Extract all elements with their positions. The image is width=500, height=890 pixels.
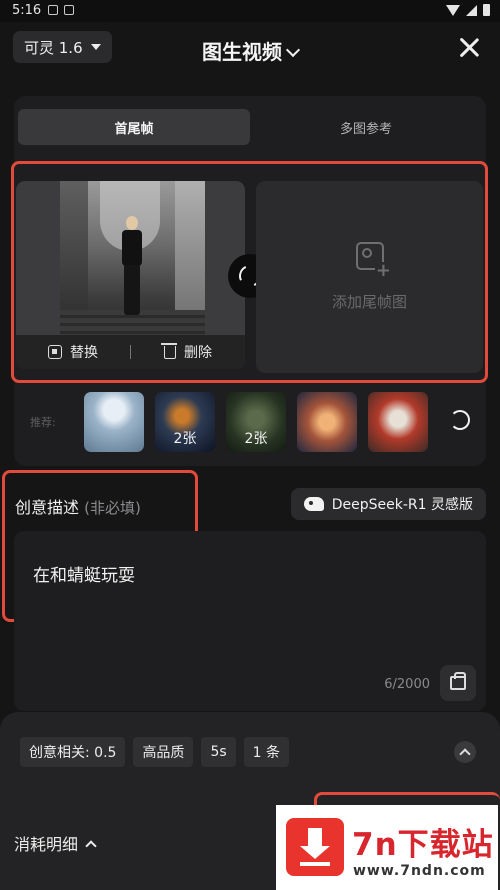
char-counter: 6/2000 <box>384 677 430 692</box>
refresh-icon[interactable] <box>450 410 470 430</box>
watermark: 7n下载站 www.7ndn.com <box>276 805 498 890</box>
page-title[interactable]: 图生视频 <box>0 36 500 65</box>
thumb-count: 2张 <box>244 431 268 447</box>
recommend-label: 推荐: <box>30 416 56 429</box>
trash-icon <box>161 342 177 359</box>
recommend-thumb[interactable] <box>84 392 144 452</box>
tab-multi-image-reference[interactable]: 多图参考 <box>250 109 482 145</box>
duration-chip[interactable]: 5s <box>201 737 236 767</box>
first-frame-actions: 替换 删除 <box>16 335 245 369</box>
description-text[interactable]: 在和蜻蜓玩耍 <box>33 561 135 586</box>
first-frame-image <box>60 181 205 336</box>
replace-button[interactable]: 替换 <box>16 342 130 362</box>
param-chips: 创意相关: 0.5 高品质 5s 1 条 <box>20 737 289 767</box>
download-icon <box>286 818 344 876</box>
chevron-down-icon <box>285 42 301 58</box>
watermark-url: www.7ndn.com <box>353 863 486 879</box>
notification-icon <box>48 5 58 15</box>
recommend-thumb[interactable]: 2张 <box>155 392 215 452</box>
status-time: 5:16 <box>12 3 42 18</box>
tab-first-last-frame[interactable]: 首尾帧 <box>18 109 250 145</box>
chevron-up-icon[interactable] <box>454 741 476 763</box>
add-last-frame-label: 添加尾帧图 <box>331 293 407 311</box>
deepseek-button[interactable]: DeepSeek-R1 灵感版 <box>290 488 486 520</box>
recommend-row: 推荐: 2张 2张 <box>14 392 486 454</box>
add-image-icon <box>356 242 392 280</box>
first-frame[interactable]: 替换 删除 <box>16 181 245 369</box>
description-input[interactable]: 在和蜻蜓玩耍 6/2000 <box>14 531 486 711</box>
close-icon[interactable] <box>458 36 480 58</box>
frames-area: 替换 删除 添加尾帧图 <box>14 162 486 380</box>
watermark-title: 7n下载站 <box>352 827 494 863</box>
replace-icon <box>48 345 62 359</box>
add-last-frame[interactable]: 添加尾帧图 <box>256 181 483 373</box>
description-title: 创意描述 (非必填) <box>15 494 141 518</box>
replace-label: 替换 <box>70 345 98 361</box>
cost-details-button[interactable]: 消耗明细 <box>14 831 97 855</box>
recommend-thumb[interactable] <box>368 392 428 452</box>
eraser-icon <box>450 672 466 690</box>
signal-icon <box>466 4 477 16</box>
recommend-thumb[interactable] <box>297 392 357 452</box>
description-optional: (非必填) <box>84 499 141 517</box>
page-title-text: 图生视频 <box>202 40 282 64</box>
notification-icon <box>64 5 74 15</box>
thumb-count: 2张 <box>173 431 197 447</box>
delete-button[interactable]: 删除 <box>131 342 245 362</box>
description-title-text: 创意描述 <box>15 498 80 517</box>
whale-icon <box>303 497 324 511</box>
image-card: 首尾帧 多图参考 替换 删除 + 添加尾帧图 推荐: 2张 2张 <box>14 96 486 466</box>
chevron-up-icon <box>85 839 97 852</box>
mode-tabs: 首尾帧 多图参考 <box>18 109 482 145</box>
deepseek-label: DeepSeek-R1 灵感版 <box>331 497 473 513</box>
count-chip[interactable]: 1 条 <box>243 737 289 767</box>
delete-label: 删除 <box>184 345 212 361</box>
recommend-thumb[interactable]: 2张 <box>226 392 286 452</box>
quality-chip[interactable]: 高品质 <box>133 737 194 767</box>
creativity-chip[interactable]: 创意相关: 0.5 <box>20 737 126 767</box>
clear-text-button[interactable] <box>440 665 476 701</box>
battery-icon <box>483 4 490 16</box>
status-bar: 5:16 <box>0 0 500 22</box>
app-header: 可灵 1.6 图生视频 <box>0 22 500 76</box>
wifi-icon <box>446 4 460 16</box>
cost-details-label: 消耗明细 <box>14 835 79 854</box>
